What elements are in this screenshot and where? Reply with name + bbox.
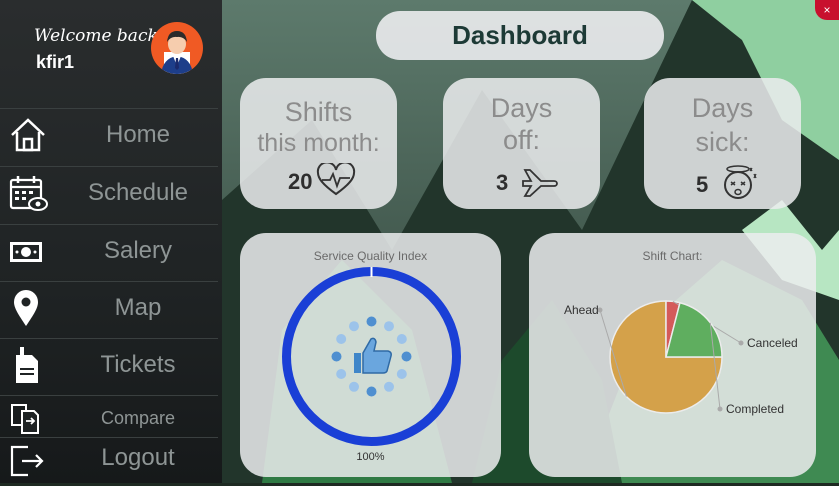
sidebar-item-label: Salery	[103, 237, 173, 264]
service-quality-title: Service Quality Index	[313, 249, 428, 263]
spinner-dot	[366, 386, 377, 397]
username: kfir1	[36, 52, 75, 72]
days-sick-value: 5	[696, 172, 709, 197]
airplane-icon	[521, 164, 561, 203]
sidebar-item-tickets[interactable]: Tickets	[0, 338, 218, 393]
spinner-dot	[396, 369, 407, 379]
shifts-label-line1: Shifts	[284, 97, 353, 127]
sidebar-item-compare[interactable]: Compare	[0, 395, 218, 438]
sidebar: Welcome back, kfir1 Home Schedule Salery	[0, 0, 222, 483]
sidebar-item-schedule[interactable]: Schedule	[0, 166, 218, 221]
calendar-eye-icon	[8, 173, 48, 213]
logout-icon	[8, 441, 48, 481]
shift-chart-panel: Shift Chart: Ahead Canceled Completed	[529, 233, 816, 477]
days-off-card: Days off: 3	[443, 78, 600, 209]
quality-value-label: 100%	[356, 451, 385, 463]
spinner-dot	[331, 351, 342, 362]
pie-label-canceled: Canceled	[747, 336, 798, 350]
sidebar-item-label: Logout	[101, 444, 175, 471]
money-icon	[8, 231, 48, 271]
sidebar-item-salery[interactable]: Salery	[0, 224, 218, 279]
spinner-dot	[401, 351, 412, 362]
days-sick-label-line1: Days	[691, 93, 754, 123]
days-sick-card: Days sick: 5	[644, 78, 801, 209]
map-pin-icon	[8, 288, 48, 328]
welcome-text: Welcome back,	[34, 26, 164, 46]
pie-label-ahead: Ahead	[564, 303, 599, 317]
shifts-label-line2: this month:	[257, 129, 380, 157]
days-off-label-line2: off:	[502, 125, 541, 155]
page-title: Dashboard	[376, 11, 664, 60]
spinner-dot	[396, 334, 407, 344]
pie-leader-dot	[738, 340, 744, 346]
sidebar-item-label: Home	[105, 121, 171, 148]
heartbeat-icon	[316, 161, 356, 202]
sidebar-item-home[interactable]: Home	[0, 108, 218, 163]
days-sick-label-line2: sick:	[695, 127, 750, 157]
spinner-dot	[384, 321, 394, 332]
quality-gauge	[282, 267, 461, 446]
sidebar-item-map[interactable]: Map	[0, 281, 218, 336]
pie-label-completed: Completed	[726, 402, 784, 416]
spinner-dot	[336, 369, 347, 379]
days-off-label-line1: Days	[490, 93, 553, 123]
home-icon	[8, 115, 48, 155]
close-button[interactable]: ×	[815, 0, 839, 20]
spinner-dot	[384, 381, 394, 392]
shift-pie-chart: Ahead Canceled Completed	[564, 300, 798, 416]
thumbs-up-icon	[354, 337, 392, 374]
spinner-dot	[349, 381, 359, 392]
sidebar-item-label: Schedule	[87, 179, 189, 206]
pie-leader-dot	[717, 406, 723, 412]
sidebar-item-label: Map	[114, 294, 162, 321]
spinner-dot	[336, 334, 347, 344]
ticket-icon	[8, 345, 48, 385]
compare-icon	[8, 399, 48, 439]
sidebar-item-label: Compare	[100, 408, 176, 428]
days-off-value: 3	[496, 170, 509, 195]
shifts-card: Shifts this month: 20	[240, 78, 397, 209]
sidebar-item-logout[interactable]: Logout	[0, 437, 218, 484]
service-quality-panel: Service Quality Index 100%	[240, 233, 501, 477]
shifts-value: 20	[288, 169, 313, 194]
spinner-dot	[349, 321, 359, 332]
avatar	[151, 22, 203, 74]
sidebar-item-label: Tickets	[100, 351, 176, 378]
sick-face-icon	[720, 164, 760, 207]
spinner-dot	[366, 316, 377, 327]
